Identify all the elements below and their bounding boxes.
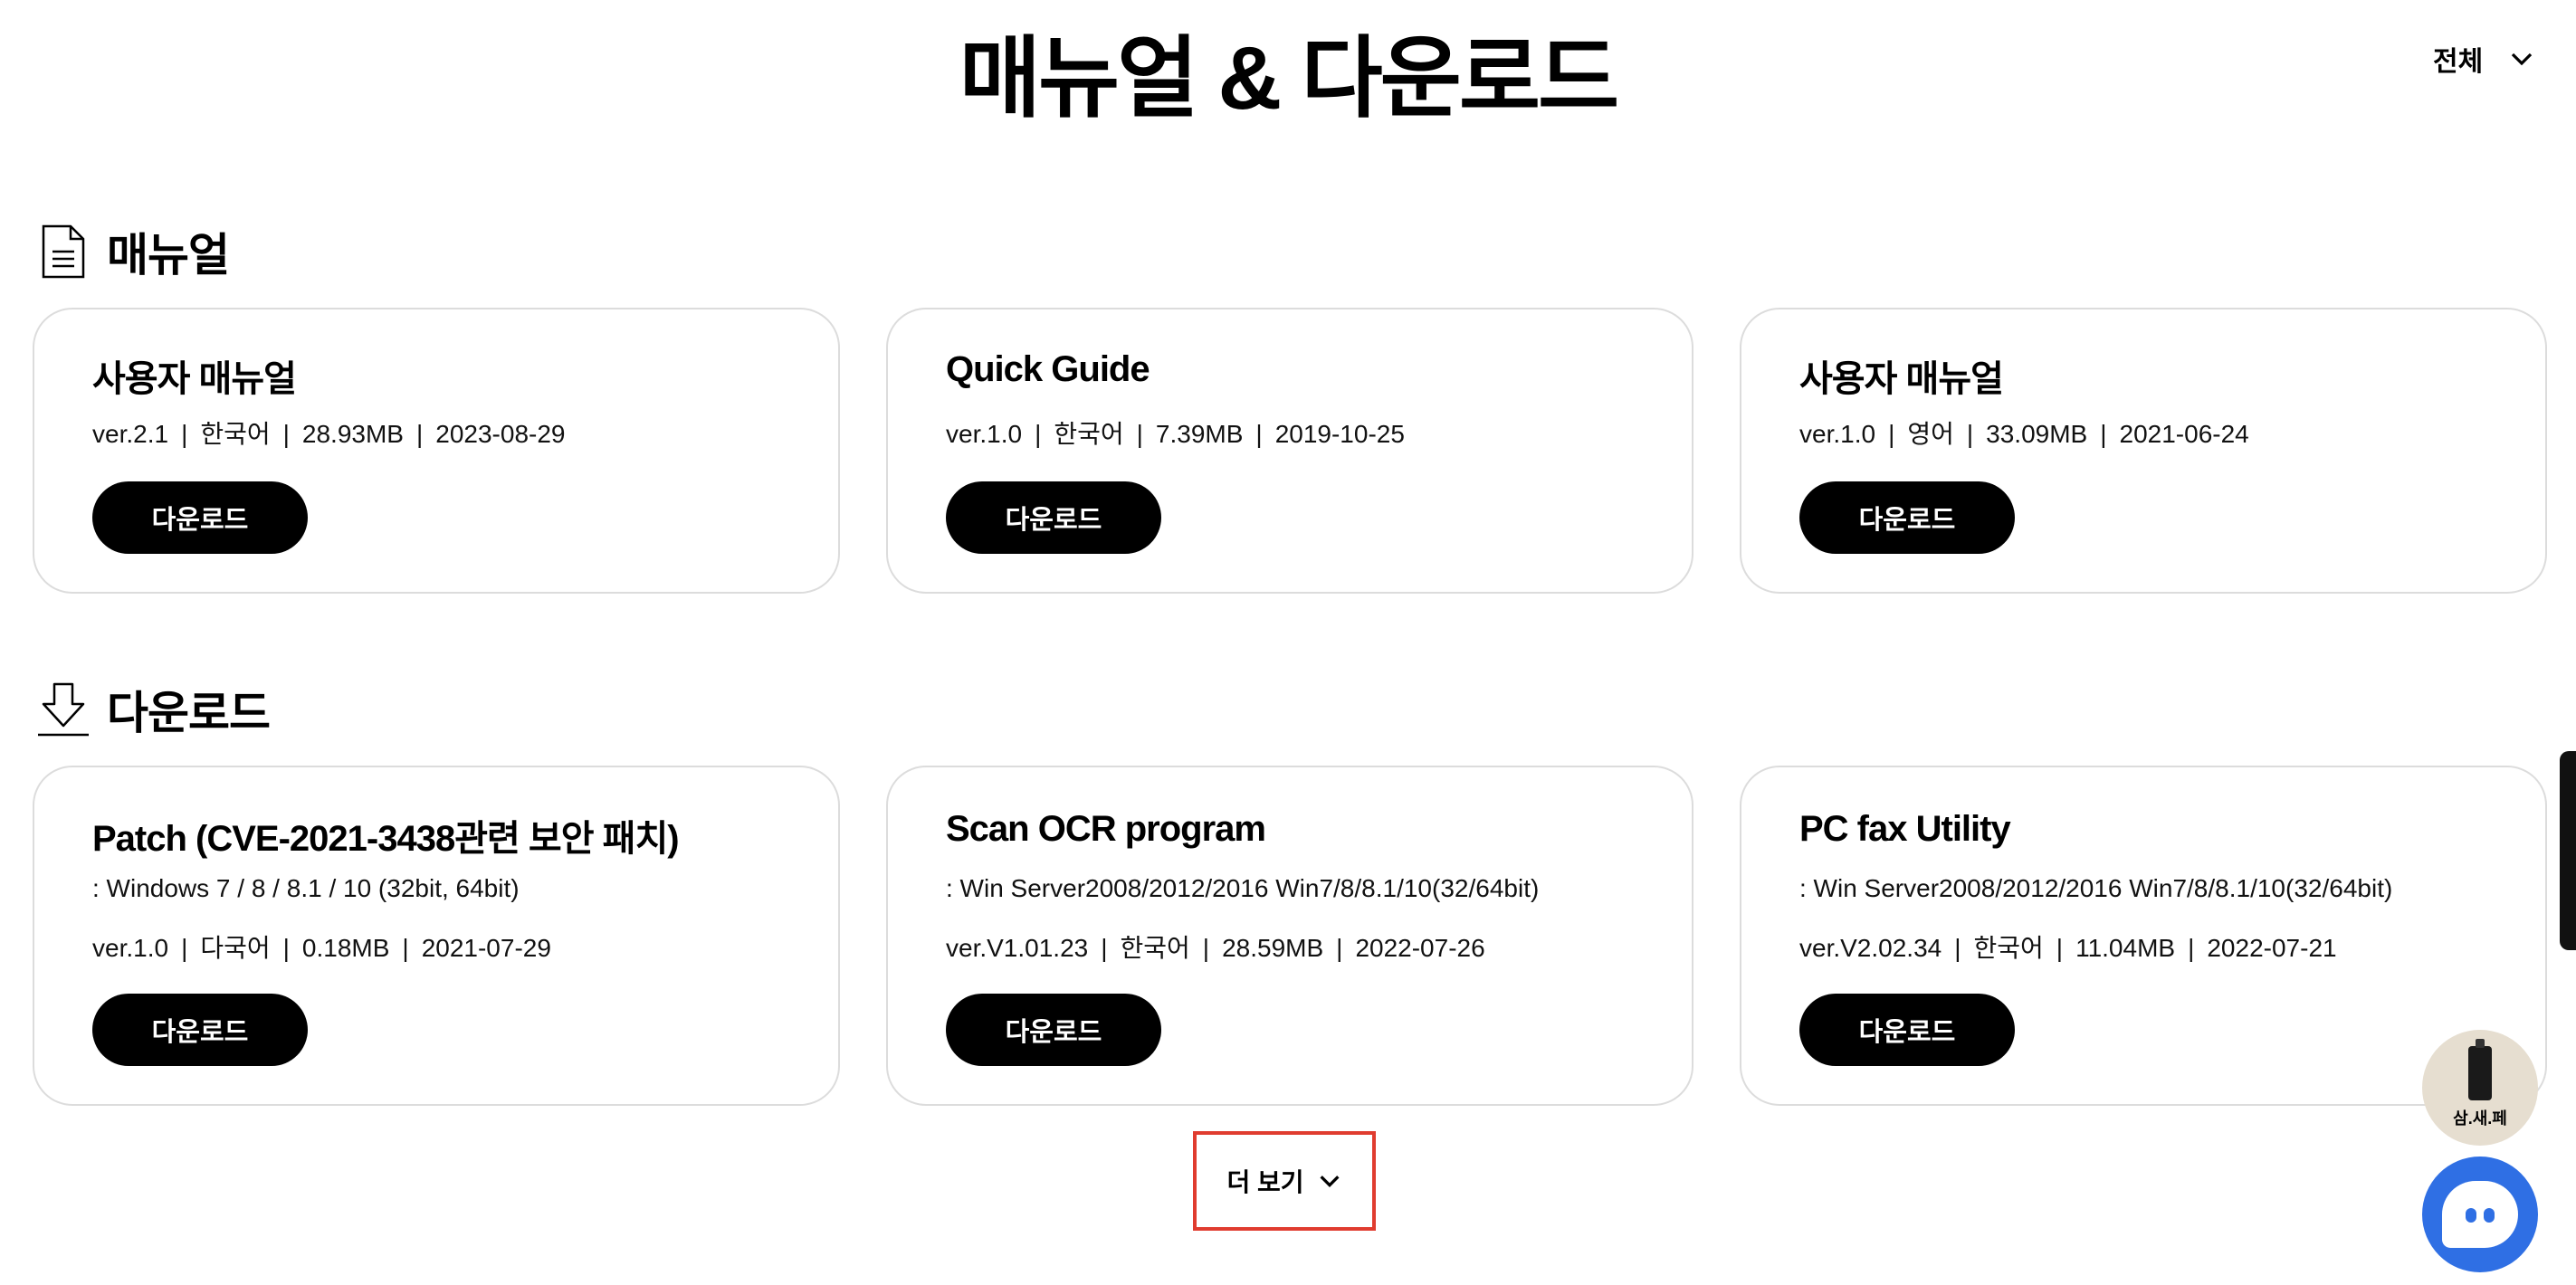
card-os-support: : Windows 7 / 8 / 8.1 / 10 (32bit, 64bit… — [92, 874, 520, 902]
card-meta: ver.1.0 | 다국어 | 0.18MB | 2021-07-29 — [92, 928, 551, 965]
side-floating-tab[interactable] — [2560, 751, 2576, 950]
version: ver.V1.01.23 — [946, 934, 1089, 962]
card-title: Scan OCR program — [946, 809, 1266, 849]
language: 한국어 — [1054, 420, 1124, 448]
card-meta: ver.1.0 | 영어 | 33.09MB | 2021-06-24 — [1799, 414, 2249, 451]
version: ver.1.0 — [92, 934, 169, 962]
file-size: 7.39MB — [1155, 420, 1244, 448]
download-button[interactable]: 다운로드 — [946, 994, 1161, 1066]
release-date: 2022-07-21 — [2207, 934, 2337, 962]
download-card: Patch (CVE-2021-3438관련 보안 패치) : Windows … — [33, 766, 840, 1106]
manual-card: Quick Guide ver.1.0 | 한국어 | 7.39MB | 2019-10-2… — [886, 308, 1693, 594]
card-title: Patch (CVE-2021-3438관련 보안 패치) — [92, 819, 680, 859]
file-size: 28.93MB — [301, 420, 404, 448]
language: 다국어 — [200, 934, 271, 962]
card-meta: ver.V1.01.23 | 한국어 | 28.59MB | 2022-07-26 — [946, 928, 1485, 965]
language: 한국어 — [1973, 934, 2044, 962]
card-title: PC fax Utility — [1799, 809, 2011, 849]
card-meta: ver.1.0 | 한국어 | 7.39MB | 2019-10-25 — [946, 414, 1405, 451]
download-button[interactable]: 다운로드 — [946, 481, 1161, 554]
chevron-down-icon — [1320, 1176, 1340, 1187]
show-more-button[interactable]: 더 보기 — [1193, 1131, 1376, 1231]
manual-section-header: 매뉴얼 — [34, 219, 230, 284]
file-size: 0.18MB — [301, 934, 390, 962]
manual-card: 사용자 매뉴얼 ver.1.0 | 영어 | 33.09MB | 2021-06-24 다운… — [1740, 308, 2547, 594]
card-meta: ver.2.1 | 한국어 | 28.93MB | 2023-08-29 — [92, 414, 566, 451]
card-meta: ver.V2.02.34 | 한국어 | 11.04MB | 2022-07-21 — [1799, 928, 2337, 965]
file-size: 11.04MB — [2075, 934, 2176, 962]
version: ver.1.0 — [946, 420, 1023, 448]
download-icon — [38, 682, 89, 737]
manual-card: 사용자 매뉴얼 ver.2.1 | 한국어 | 28.93MB | 2023-08-29 다… — [33, 308, 840, 594]
card-os-support: : Win Server2008/2012/2016 Win7/8/8.1/10… — [1799, 874, 2393, 902]
file-size: 28.59MB — [1222, 934, 1324, 962]
release-date: 2019-10-25 — [1274, 420, 1405, 448]
version: ver.V2.02.34 — [1799, 934, 1942, 962]
chatbot-button[interactable] — [2422, 1156, 2538, 1272]
download-card: Scan OCR program : Win Server2008/2012/2… — [886, 766, 1693, 1106]
page-title: 매뉴얼 & 다운로드 — [959, 28, 1619, 128]
file-size: 33.09MB — [1986, 420, 2088, 448]
version: ver.2.1 — [92, 420, 169, 448]
download-button[interactable]: 다운로드 — [92, 481, 308, 554]
document-icon — [42, 224, 85, 279]
card-title: 사용자 매뉴얼 — [1799, 359, 2004, 399]
language: 한국어 — [1120, 934, 1190, 962]
sasepe-label: 삼.새.페 — [2453, 1109, 2507, 1128]
language: 영어 — [1907, 420, 1954, 448]
card-os-support: : Win Server2008/2012/2016 Win7/8/8.1/10… — [946, 874, 1540, 902]
download-button[interactable]: 다운로드 — [92, 994, 308, 1066]
manual-section-title: 매뉴얼 — [107, 230, 230, 281]
chatbot-icon — [2442, 1181, 2518, 1248]
download-button[interactable]: 다운로드 — [1799, 994, 2015, 1066]
release-date: 2022-07-26 — [1355, 934, 1485, 962]
card-title: 사용자 매뉴얼 — [92, 359, 297, 399]
download-button[interactable]: 다운로드 — [1799, 481, 2015, 554]
release-date: 2021-06-24 — [2119, 420, 2249, 448]
sasepe-floating-button[interactable]: 삼.새.페 — [2422, 1030, 2538, 1146]
download-card: PC fax Utility : Win Server2008/2012/201… — [1740, 766, 2547, 1106]
release-date: 2023-08-29 — [435, 420, 566, 448]
download-section-header: 다운로드 — [34, 677, 271, 742]
category-filter-dropdown[interactable]: 전체 — [2433, 36, 2535, 81]
filter-selected-label: 전체 — [2433, 47, 2484, 77]
release-date: 2021-07-29 — [421, 934, 551, 962]
device-icon — [2468, 1039, 2492, 1100]
card-title: Quick Guide — [946, 349, 1150, 389]
language: 한국어 — [200, 420, 271, 448]
chevron-down-icon — [2512, 52, 2533, 66]
show-more-label: 더 보기 — [1226, 1168, 1304, 1196]
version: ver.1.0 — [1799, 420, 1876, 448]
download-section-title: 다운로드 — [107, 688, 271, 738]
